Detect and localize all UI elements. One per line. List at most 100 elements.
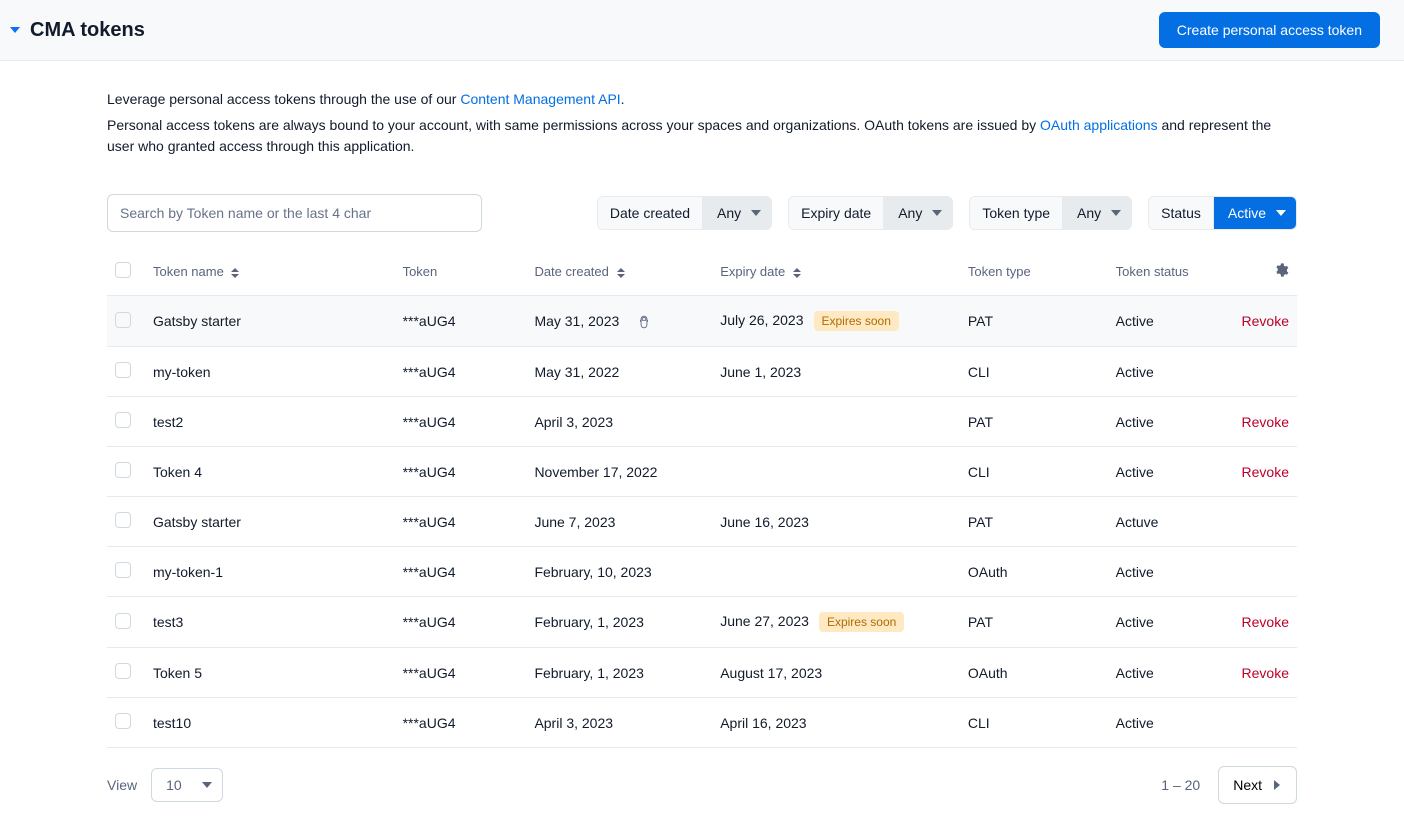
token-value: ***aUG4: [395, 597, 527, 648]
expiry-date: July 26, 2023Expires soon: [712, 296, 960, 347]
row-checkbox[interactable]: [115, 562, 131, 578]
filter-date-created-value[interactable]: Any: [703, 197, 771, 229]
footer-right: 1 – 20 Next: [1161, 766, 1297, 804]
table-row[interactable]: my-token***aUG4May 31, 2022June 1, 2023C…: [107, 347, 1297, 397]
chevron-down-icon: [1276, 205, 1286, 221]
table-row[interactable]: Token 5***aUG4February, 1, 2023August 17…: [107, 648, 1297, 698]
intro-line2-prefix: Personal access tokens are always bound …: [107, 117, 1040, 133]
row-checkbox[interactable]: [115, 512, 131, 528]
token-name: my-token-1: [153, 564, 223, 580]
footer-left: View 10: [107, 768, 223, 802]
token-name: Gatsby starter: [153, 514, 241, 530]
content: Leverage personal access tokens through …: [107, 61, 1297, 828]
page-size-select[interactable]: 10: [151, 768, 223, 802]
row-checkbox[interactable]: [115, 613, 131, 629]
select-all-checkbox[interactable]: [115, 262, 131, 278]
table-footer: View 10 1 – 20 Next: [107, 766, 1297, 804]
token-status: Active: [1108, 648, 1234, 698]
col-header-expiry[interactable]: Expiry date: [712, 248, 960, 296]
chevron-down-icon: [202, 777, 212, 793]
expiry-date: April 16, 2023: [712, 698, 960, 748]
next-button-label: Next: [1233, 777, 1262, 793]
revoke-button[interactable]: Revoke: [1242, 614, 1289, 630]
expiry-date: [712, 547, 960, 597]
dropdown-caret-icon[interactable]: [10, 22, 20, 38]
row-checkbox[interactable]: [115, 663, 131, 679]
filter-status: Status Active: [1148, 196, 1297, 230]
token-type: PAT: [960, 397, 1108, 447]
col-header-name[interactable]: Token name: [145, 248, 395, 296]
filter-status-label: Status: [1149, 197, 1214, 229]
expiry-date: [712, 397, 960, 447]
filter-token-type-value[interactable]: Any: [1063, 197, 1131, 229]
token-type: PAT: [960, 296, 1108, 347]
page-title: CMA tokens: [30, 19, 145, 42]
search-input[interactable]: [107, 194, 482, 232]
token-name: Token 5: [153, 665, 202, 681]
row-checkbox[interactable]: [115, 412, 131, 428]
table-row[interactable]: Gatsby starter***aUG4May 31, 2023July 26…: [107, 296, 1297, 347]
page-size-value: 10: [166, 777, 182, 793]
date-created: February, 1, 2023: [526, 597, 712, 648]
token-status: Active: [1108, 597, 1234, 648]
filters: Date created Any Expiry date Any Token t…: [597, 196, 1297, 230]
token-name: my-token: [153, 364, 211, 380]
filter-expiry-date-label: Expiry date: [789, 197, 884, 229]
topbar: CMA tokens Create personal access token: [0, 0, 1404, 61]
date-created: November 17, 2022: [526, 447, 712, 497]
table-row[interactable]: test2***aUG4April 3, 2023PATActiveRevoke: [107, 397, 1297, 447]
row-checkbox[interactable]: [115, 713, 131, 729]
col-header-token: Token: [395, 248, 527, 296]
col-header-settings[interactable]: [1233, 248, 1297, 296]
chevron-down-icon: [932, 205, 942, 221]
filter-status-value[interactable]: Active: [1214, 197, 1296, 229]
row-checkbox[interactable]: [115, 462, 131, 478]
token-name: Gatsby starter: [153, 313, 241, 329]
filter-token-type-label: Token type: [970, 197, 1063, 229]
token-value: ***aUG4: [395, 698, 527, 748]
chevron-right-icon: [1272, 777, 1282, 793]
table-row[interactable]: Gatsby starter***aUG4June 7, 2023June 16…: [107, 497, 1297, 547]
create-token-button[interactable]: Create personal access token: [1159, 12, 1380, 48]
token-type: CLI: [960, 347, 1108, 397]
oauth-applications-link[interactable]: OAuth applications: [1040, 117, 1158, 133]
content-management-api-link[interactable]: Content Management API: [460, 91, 620, 107]
expires-soon-badge: Expires soon: [814, 311, 899, 331]
revoke-button[interactable]: Revoke: [1242, 313, 1289, 329]
token-status: Active: [1108, 296, 1234, 347]
pagination-range: 1 – 20: [1161, 777, 1200, 793]
table-row[interactable]: my-token-1***aUG4February, 10, 2023OAuth…: [107, 547, 1297, 597]
token-name: Token 4: [153, 464, 202, 480]
revoke-button[interactable]: Revoke: [1242, 414, 1289, 430]
expiry-date: June 16, 2023: [712, 497, 960, 547]
row-checkbox[interactable]: [115, 362, 131, 378]
token-type: PAT: [960, 497, 1108, 547]
col-header-status: Token status: [1108, 248, 1234, 296]
token-value: ***aUG4: [395, 397, 527, 447]
sort-icon: [227, 264, 239, 279]
table-row[interactable]: test3***aUG4February, 1, 2023June 27, 20…: [107, 597, 1297, 648]
date-created: April 3, 2023: [526, 397, 712, 447]
expiry-date: June 1, 2023: [712, 347, 960, 397]
revoke-button[interactable]: Revoke: [1242, 464, 1289, 480]
filter-expiry-date-value[interactable]: Any: [884, 197, 952, 229]
expiry-date: June 27, 2023Expires soon: [712, 597, 960, 648]
col-header-created[interactable]: Date created: [526, 248, 712, 296]
table-row[interactable]: Token 4***aUG4November 17, 2022CLIActive…: [107, 447, 1297, 497]
filter-token-type: Token type Any: [969, 196, 1132, 230]
date-created: April 3, 2023: [526, 698, 712, 748]
table-row[interactable]: test10***aUG4April 3, 2023April 16, 2023…: [107, 698, 1297, 748]
row-checkbox[interactable]: [115, 312, 131, 328]
revoke-button[interactable]: Revoke: [1242, 665, 1289, 681]
gear-icon: [1273, 262, 1289, 278]
token-type: OAuth: [960, 547, 1108, 597]
filter-date-created: Date created Any: [597, 196, 772, 230]
date-created: May 31, 2023: [526, 296, 712, 347]
token-status: Active: [1108, 447, 1234, 497]
controls-row: Date created Any Expiry date Any Token t…: [107, 194, 1297, 232]
token-type: PAT: [960, 597, 1108, 648]
token-name: test2: [153, 414, 183, 430]
next-button[interactable]: Next: [1218, 766, 1297, 804]
token-status: Active: [1108, 347, 1234, 397]
filter-status-value-text: Active: [1228, 205, 1266, 221]
